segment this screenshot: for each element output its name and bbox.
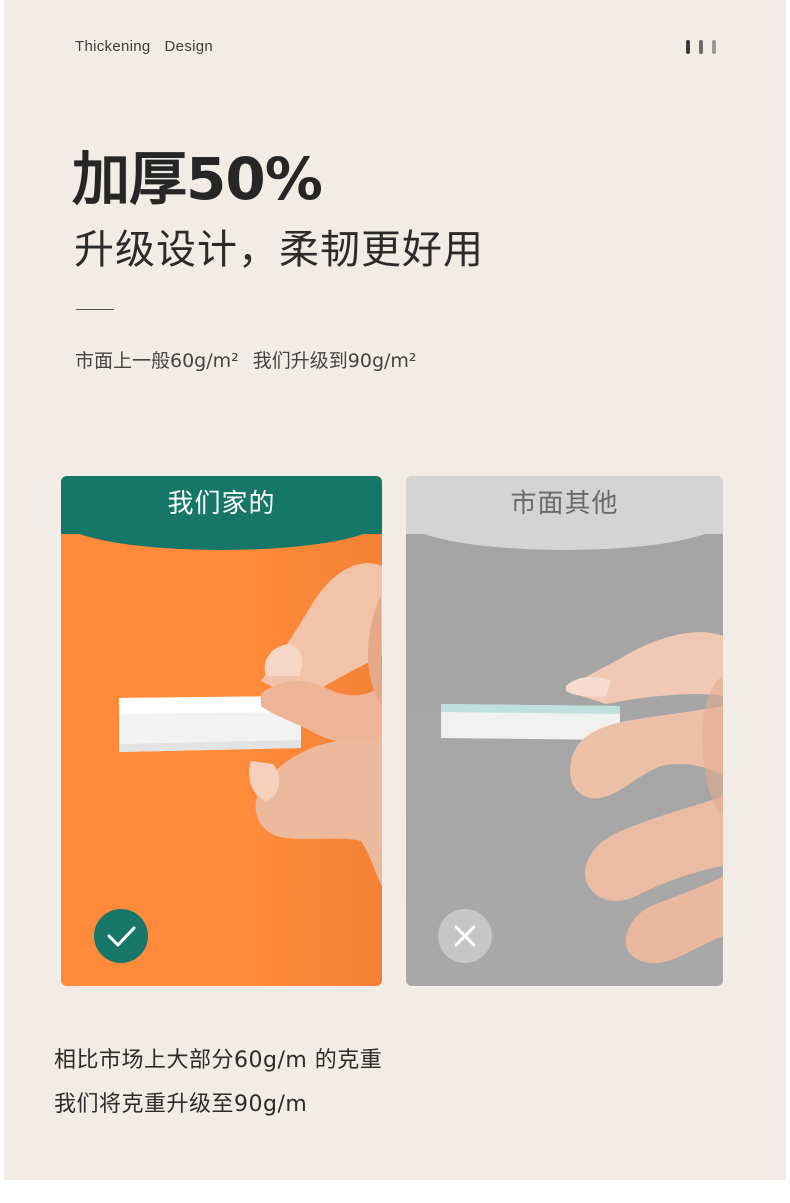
check-icon (94, 909, 148, 963)
spec-ours: 我们升级到90g/m² (252, 350, 417, 372)
spec-line: 市面上一般60g/m² 我们升级到90g/m² (75, 346, 417, 373)
page-subheadline: 升级设计，柔韧更好用 (74, 227, 484, 273)
header-word-thickening: Thickening (75, 38, 151, 55)
card-header-ours: 我们家的 (61, 476, 382, 550)
card-label-other: 市面其他 (510, 489, 619, 519)
comparison-card-other: 市面其他 (406, 476, 723, 986)
footer-line-1: 相比市场上大部分60g/m 的克重 (54, 1048, 383, 1073)
footer-line-2: 我们将克重升级至90g/m (54, 1092, 308, 1117)
cross-icon (438, 909, 492, 963)
section-header: Thickening Design (75, 38, 227, 55)
page-headline: 加厚50% (72, 145, 323, 213)
card-label-ours: 我们家的 (167, 489, 276, 519)
card-header-other: 市面其他 (406, 476, 723, 550)
divider (76, 309, 114, 310)
spec-market: 市面上一般60g/m² (75, 350, 239, 372)
menu-dots-icon (686, 40, 716, 54)
header-word-design: Design (164, 38, 214, 55)
comparison-card-ours: 我们家的 (61, 476, 382, 986)
